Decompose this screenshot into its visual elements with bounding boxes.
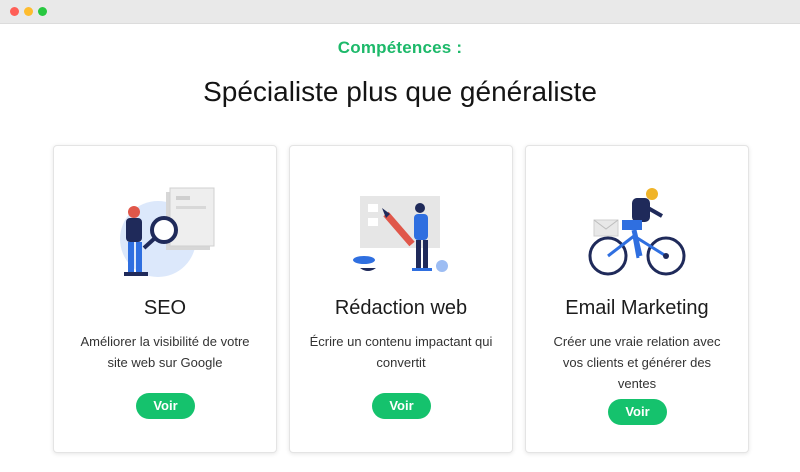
maximize-window-button[interactable] xyxy=(38,7,47,16)
service-card-email-marketing: Email Marketing Créer une vraie relation… xyxy=(525,145,749,453)
minimize-window-button[interactable] xyxy=(24,7,33,16)
card-title: Rédaction web xyxy=(334,297,468,319)
voir-email-marketing-button[interactable]: Voir xyxy=(608,399,667,425)
close-window-button[interactable] xyxy=(10,7,19,16)
page-title: Spécialiste plus que généraliste xyxy=(203,76,597,107)
card-title: SEO xyxy=(143,297,187,319)
page-content: Compétences : Spécialiste plus que génér… xyxy=(0,24,800,472)
card-description: Créer une vraie relation avec vos client… xyxy=(553,334,721,391)
card-title: Email Marketing xyxy=(565,297,709,319)
bike-courier-illustration xyxy=(588,188,686,276)
voir-seo-button[interactable]: Voir xyxy=(136,393,195,419)
section-eyebrow: Compétences : xyxy=(337,38,463,57)
service-card-redaction-web: Rédaction web Écrire un contenu impactan… xyxy=(289,145,513,453)
writing-board-illustration xyxy=(353,196,448,272)
card-description: Écrire un contenu impactant qui converti… xyxy=(309,334,493,370)
window-titlebar xyxy=(0,0,800,24)
card-description: Améliorer la visibilité de votre site we… xyxy=(80,334,250,370)
voir-redaction-button[interactable]: Voir xyxy=(372,393,431,419)
seo-magnifier-illustration xyxy=(120,187,215,277)
service-card-seo: SEO Améliorer la visibilité de votre sit… xyxy=(53,145,277,453)
